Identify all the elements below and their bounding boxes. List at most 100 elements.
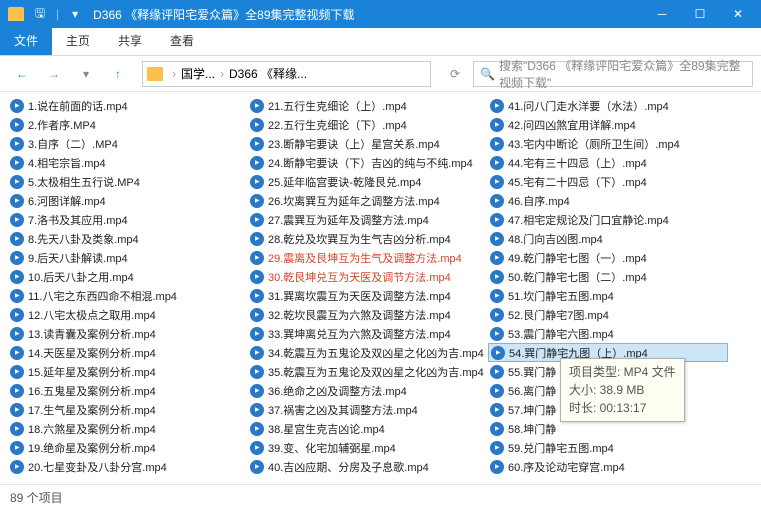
file-item[interactable]: 5.太极相生五行说.MP4 bbox=[8, 172, 248, 191]
video-icon bbox=[250, 232, 264, 246]
file-item[interactable]: 36.绝命之凶及调整方法.mp4 bbox=[248, 381, 488, 400]
file-item[interactable]: 33.巽坤离兑互为六煞及调整方法.mp4 bbox=[248, 324, 488, 343]
file-item[interactable]: 59.兑门静宅五图.mp4 bbox=[488, 438, 728, 457]
file-item[interactable]: 41.问八门走水洋要（水法）.mp4 bbox=[488, 96, 728, 115]
file-item[interactable]: 27.震巽互为延年及调整方法.mp4 bbox=[248, 210, 488, 229]
file-item[interactable]: 14.天医星及案例分析.mp4 bbox=[8, 343, 248, 362]
file-item[interactable]: 46.自序.mp4 bbox=[488, 191, 728, 210]
video-icon bbox=[250, 384, 264, 398]
file-item[interactable]: 44.宅有三十四忌（上）.mp4 bbox=[488, 153, 728, 172]
file-item[interactable]: 28.乾兑及坎巽互为生气吉凶分析.mp4 bbox=[248, 229, 488, 248]
refresh-button[interactable]: ⟳ bbox=[441, 62, 469, 86]
video-icon bbox=[250, 270, 264, 284]
file-item[interactable]: 13.读青囊及案例分析.mp4 bbox=[8, 324, 248, 343]
file-item[interactable]: 49.乾门静宅七图（一）.mp4 bbox=[488, 248, 728, 267]
file-name: 45.宅有二十四忌（下）.mp4 bbox=[508, 174, 647, 190]
video-icon bbox=[10, 460, 24, 474]
file-item[interactable]: 6.河图详解.mp4 bbox=[8, 191, 248, 210]
file-item[interactable]: 12.八宅太极点之取用.mp4 bbox=[8, 305, 248, 324]
dropdown-icon[interactable]: ▾ bbox=[66, 5, 84, 23]
file-name: 20.七星变卦及八卦分宫.mp4 bbox=[28, 459, 167, 475]
breadcrumb[interactable]: 国学... bbox=[179, 65, 217, 82]
file-item[interactable]: 23.断静宅要诀（上）星宫关系.mp4 bbox=[248, 134, 488, 153]
file-item[interactable]: 21.五行生克细论（上）.mp4 bbox=[248, 96, 488, 115]
file-item[interactable]: 51.坎门静宅五图.mp4 bbox=[488, 286, 728, 305]
file-item[interactable]: 35.乾震互为五鬼论及双凶星之化凶为吉.mp4 bbox=[248, 362, 488, 381]
video-icon bbox=[250, 289, 264, 303]
video-icon bbox=[10, 422, 24, 436]
file-item[interactable]: 16.五鬼星及案例分析.mp4 bbox=[8, 381, 248, 400]
back-button[interactable]: ← bbox=[8, 62, 36, 86]
file-name: 6.河图详解.mp4 bbox=[28, 193, 106, 209]
file-item[interactable]: 26.坎离巽互为延年之调整方法.mp4 bbox=[248, 191, 488, 210]
tab-file[interactable]: 文件 bbox=[0, 26, 52, 55]
address-bar[interactable]: › 国学... › D366 《释缘... bbox=[142, 61, 431, 87]
file-item[interactable]: 42.问四凶煞宜用详解.mp4 bbox=[488, 115, 728, 134]
file-item[interactable]: 39.变、化宅加辅弼星.mp4 bbox=[248, 438, 488, 457]
file-name: 43.宅内中断论（厕所卫生间）.mp4 bbox=[508, 136, 680, 152]
video-icon bbox=[10, 137, 24, 151]
file-item[interactable]: 9.后天八卦解读.mp4 bbox=[8, 248, 248, 267]
maximize-button[interactable]: ☐ bbox=[681, 0, 719, 28]
file-name: 39.变、化宅加辅弼星.mp4 bbox=[268, 440, 396, 456]
file-item[interactable]: 53.震门静宅六图.mp4 bbox=[488, 324, 728, 343]
save-icon[interactable]: 🖫 bbox=[31, 5, 49, 23]
file-name: 33.巽坤离兑互为六煞及调整方法.mp4 bbox=[268, 326, 451, 342]
file-item[interactable]: 32.乾坎艮震互为六煞及调整方法.mp4 bbox=[248, 305, 488, 324]
tab-home[interactable]: 主页 bbox=[52, 26, 104, 55]
file-item[interactable]: 1.说在前面的话.mp4 bbox=[8, 96, 248, 115]
file-item[interactable]: 37.祸害之凶及其调整方法.mp4 bbox=[248, 400, 488, 419]
file-item[interactable]: 34.乾震互为五鬼论及双凶星之化凶为吉.mp4 bbox=[248, 343, 488, 362]
file-item[interactable]: 25.延年临宫要诀-乾隆艮兑.mp4 bbox=[248, 172, 488, 191]
tab-share[interactable]: 共享 bbox=[104, 26, 156, 55]
file-name: 59.兑门静宅五图.mp4 bbox=[508, 440, 614, 456]
tooltip: 项目类型: MP4 文件 大小: 38.9 MB 时长: 00:13:17 bbox=[560, 358, 685, 422]
search-input[interactable]: 🔍 搜索"D366 《释缘评阳宅爱众篇》全89集完整视频下载" bbox=[473, 61, 753, 87]
file-item[interactable]: 2.作者序.MP4 bbox=[8, 115, 248, 134]
file-item[interactable]: 60.序及论动宅穿宫.mp4 bbox=[488, 457, 728, 476]
file-name: 60.序及论动宅穿宫.mp4 bbox=[508, 459, 625, 475]
file-item[interactable]: 20.七星变卦及八卦分宫.mp4 bbox=[8, 457, 248, 476]
file-item[interactable]: 8.先天八卦及类象.mp4 bbox=[8, 229, 248, 248]
file-item[interactable]: 22.五行生克细论（下）.mp4 bbox=[248, 115, 488, 134]
file-item[interactable]: 19.绝命星及案例分析.mp4 bbox=[8, 438, 248, 457]
minimize-button[interactable]: ─ bbox=[643, 0, 681, 28]
file-item[interactable]: 50.乾门静宅七图（二）.mp4 bbox=[488, 267, 728, 286]
file-item[interactable]: 47.相宅定规论及门口宜静论.mp4 bbox=[488, 210, 728, 229]
file-name: 13.读青囊及案例分析.mp4 bbox=[28, 326, 156, 342]
file-item[interactable]: 52.艮门静宅7图.mp4 bbox=[488, 305, 728, 324]
file-item[interactable]: 10.后天八卦之用.mp4 bbox=[8, 267, 248, 286]
up-button[interactable]: ↑ bbox=[104, 62, 132, 86]
file-item[interactable]: 45.宅有二十四忌（下）.mp4 bbox=[488, 172, 728, 191]
file-item[interactable]: 11.八宅之东西四命不相混.mp4 bbox=[8, 286, 248, 305]
file-item[interactable]: 48.门向吉凶图.mp4 bbox=[488, 229, 728, 248]
forward-button[interactable]: → bbox=[40, 62, 68, 86]
file-item[interactable]: 31.巽离坎震互为天医及调整方法.mp4 bbox=[248, 286, 488, 305]
file-item[interactable]: 15.延年星及案例分析.mp4 bbox=[8, 362, 248, 381]
file-item[interactable]: 4.相宅宗旨.mp4 bbox=[8, 153, 248, 172]
file-item[interactable]: 43.宅内中断论（厕所卫生间）.mp4 bbox=[488, 134, 728, 153]
file-name: 32.乾坎艮震互为六煞及调整方法.mp4 bbox=[268, 307, 451, 323]
video-icon bbox=[10, 118, 24, 132]
file-item[interactable]: 24.断静宅要诀（下）吉凶的纯与不纯.mp4 bbox=[248, 153, 488, 172]
recent-button[interactable]: ▾ bbox=[72, 62, 100, 86]
file-item[interactable]: 40.吉凶应期、分房及子息歌.mp4 bbox=[248, 457, 488, 476]
file-item[interactable]: 38.星宫生克吉凶论.mp4 bbox=[248, 419, 488, 438]
breadcrumb[interactable]: D366 《释缘... bbox=[227, 65, 309, 82]
file-item[interactable]: 3.自序（二）.MP4 bbox=[8, 134, 248, 153]
tab-view[interactable]: 查看 bbox=[156, 26, 208, 55]
file-name: 21.五行生克细论（上）.mp4 bbox=[268, 98, 407, 114]
file-item[interactable]: 7.洛书及其应用.mp4 bbox=[8, 210, 248, 229]
chevron-icon: › bbox=[169, 67, 179, 81]
video-icon bbox=[10, 156, 24, 170]
file-item[interactable]: 18.六煞星及案例分析.mp4 bbox=[8, 419, 248, 438]
file-item[interactable]: 17.生气星及案例分析.mp4 bbox=[8, 400, 248, 419]
folder-icon bbox=[147, 67, 163, 81]
file-item[interactable]: 29.震离及艮坤互为生气及调整方法.mp4 bbox=[248, 248, 488, 267]
separator: | bbox=[56, 7, 59, 21]
file-item[interactable]: 30.乾艮坤兑互为天医及调节方法.mp4 bbox=[248, 267, 488, 286]
close-button[interactable]: ✕ bbox=[719, 0, 757, 28]
video-icon bbox=[250, 175, 264, 189]
file-name: 12.八宅太极点之取用.mp4 bbox=[28, 307, 156, 323]
file-name: 58.坤门静 bbox=[508, 421, 556, 437]
